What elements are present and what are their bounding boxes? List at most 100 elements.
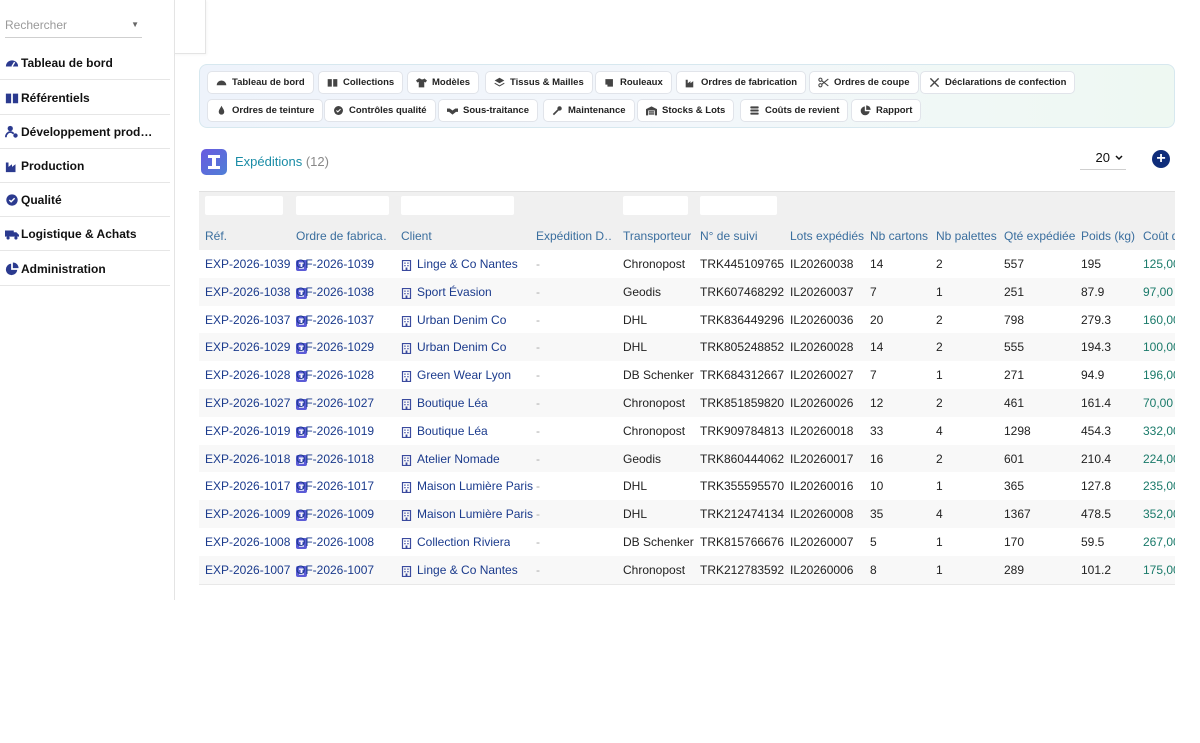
cell-ref[interactable]: EXP-2026-1009 xyxy=(205,507,290,521)
cell-lots: IL20260037 xyxy=(790,284,854,299)
column-header[interactable]: Poids (kg) xyxy=(1081,229,1135,243)
cell-client[interactable]: Linge & Co Nantes xyxy=(417,563,518,577)
cell-ref[interactable]: EXP-2026-1019 xyxy=(205,424,290,438)
cell-ordre-fabrication[interactable]: OF-2026-1008 xyxy=(296,535,374,549)
column-header[interactable]: Coût d xyxy=(1143,229,1175,243)
column-header[interactable]: Réf. xyxy=(205,229,227,243)
table-row[interactable]: EXP-2026-1007 OF-2026-1007 Linge & Co Nant… xyxy=(199,555,1175,585)
table-row[interactable]: EXP-2026-1027 OF-2026-1027 Boutique Léa - Ch… xyxy=(199,389,1175,418)
module-ordres-teinture-button[interactable]: Ordres de teinture xyxy=(207,99,324,122)
table-row[interactable]: EXP-2026-1009 OF-2026-1009 Maison Lumière … xyxy=(199,500,1175,530)
cell-ref[interactable]: EXP-2026-1007 xyxy=(205,563,290,577)
cell-client[interactable]: Collection Riviera xyxy=(417,535,510,549)
cell-client[interactable]: Linge & Co Nantes xyxy=(417,257,518,271)
module-tableau-de-bord-button[interactable]: Tableau de bord xyxy=(207,71,314,94)
cell-ordre-fabrication[interactable]: OF-2026-1039 xyxy=(296,257,374,271)
cell-lots: IL20260016 xyxy=(790,479,854,494)
module-ordres-fabrication-button[interactable]: Ordres de fabrication xyxy=(676,71,807,94)
module-label: Contrôles qualité xyxy=(349,105,427,116)
column-header[interactable]: Ordre de fabrica… xyxy=(296,229,388,243)
module-maintenance-button[interactable]: Maintenance xyxy=(543,99,635,122)
table-row[interactable]: EXP-2026-1028 OF-2026-1028 Green Wear Lyon… xyxy=(199,361,1175,391)
sidebar-item-logistique[interactable]: Logistique & Achats xyxy=(0,217,170,251)
module-modeles-button[interactable]: Modèles xyxy=(407,71,480,94)
sidebar-item-developpement-produit[interactable]: Développement prod… xyxy=(0,115,170,149)
cell-client[interactable]: Sport Évasion xyxy=(417,285,492,299)
page-size-select[interactable]: 20 xyxy=(1080,146,1126,170)
module-controles-qualite-button[interactable]: Contrôles qualité xyxy=(324,99,436,122)
cell-ordre-fabrication[interactable]: OF-2026-1029 xyxy=(296,340,374,354)
module-rapport-button[interactable]: Rapport xyxy=(851,99,922,122)
column-header[interactable]: Client xyxy=(401,229,432,243)
table-row[interactable]: EXP-2026-1038 OF-2026-1038 Sport Évasion - G… xyxy=(199,277,1175,307)
module-sous-traitance-button[interactable]: Sous-traitance xyxy=(438,99,538,122)
column-header[interactable]: Nb palettes xyxy=(936,229,997,243)
cell-client[interactable]: Boutique Léa xyxy=(417,396,488,410)
cell-ref[interactable]: EXP-2026-1028 xyxy=(205,368,290,382)
cell-ref[interactable]: EXP-2026-1018 xyxy=(205,452,290,466)
cell-client[interactable]: Maison Lumière Paris xyxy=(417,479,533,493)
cell-ordre-fabrication[interactable]: OF-2026-1017 xyxy=(296,479,374,493)
cell-ref[interactable]: EXP-2026-1039 xyxy=(205,257,290,271)
module-collections-button[interactable]: Collections xyxy=(318,71,404,94)
filter-ref-input[interactable] xyxy=(205,196,283,215)
table-row[interactable]: EXP-2026-1037 OF-2026-1037 Urban Denim Co -… xyxy=(199,305,1175,335)
cell-ref[interactable]: EXP-2026-1017 xyxy=(205,479,290,493)
cell-ref[interactable]: EXP-2026-1029 xyxy=(205,340,290,354)
chevron-down-icon[interactable]: ▼ xyxy=(131,20,139,29)
module-couts-revient-button[interactable]: Coûts de revient xyxy=(740,99,849,122)
add-record-button[interactable]: + xyxy=(1152,150,1170,168)
cell-ref[interactable]: EXP-2026-1037 xyxy=(205,313,290,327)
cell-ref[interactable]: EXP-2026-1027 xyxy=(205,396,290,410)
cell-client[interactable]: Urban Denim Co xyxy=(417,340,506,354)
table-row[interactable]: EXP-2026-1017 OF-2026-1017 Maison Lumière … xyxy=(199,472,1175,502)
cell-ordre-fabrication[interactable]: OF-2026-1018 xyxy=(296,452,374,466)
cell-ordre-fabrication[interactable]: OF-2026-1019 xyxy=(296,424,374,438)
cell-client[interactable]: Atelier Nomade xyxy=(417,452,500,466)
module-declarations-confection-button[interactable]: Déclarations de confection xyxy=(920,71,1076,94)
filter-suivi-input[interactable] xyxy=(700,196,777,215)
cell-ordre-fabrication[interactable]: OF-2026-1007 xyxy=(296,563,374,577)
table-row[interactable]: EXP-2026-1019 OF-2026-1019 Boutique Léa - Ch… xyxy=(199,416,1175,446)
column-header[interactable]: Nb cartons xyxy=(870,229,928,243)
module-rouleaux-button[interactable]: Rouleaux xyxy=(595,71,672,94)
sidebar-item-production[interactable]: Production xyxy=(0,149,170,183)
cell-client[interactable]: Green Wear Lyon xyxy=(417,368,511,382)
sidebar-item-tableau-de-bord[interactable]: Tableau de bord xyxy=(0,46,170,80)
cell-quantite: 555 xyxy=(1004,340,1025,355)
truck-icon xyxy=(5,230,19,240)
module-tissus-button[interactable]: Tissus & Mailles xyxy=(485,71,593,94)
cell-ordre-fabrication[interactable]: OF-2026-1027 xyxy=(296,396,374,410)
sidebar-collapse-tab[interactable] xyxy=(174,0,206,54)
cell-ref[interactable]: EXP-2026-1038 xyxy=(205,285,290,299)
cell-ordre-fabrication[interactable]: OF-2026-1009 xyxy=(296,507,374,521)
cell-client[interactable]: Boutique Léa xyxy=(417,424,488,438)
cell-ordre-fabrication[interactable]: OF-2026-1028 xyxy=(296,368,374,382)
column-header[interactable]: N° de suivi xyxy=(700,229,758,243)
table-row[interactable]: EXP-2026-1018 OF-2026-1018 Atelier Nomade -… xyxy=(199,444,1175,474)
column-header[interactable]: Qté expédiée xyxy=(1004,229,1075,243)
column-header[interactable]: Expédition D… xyxy=(536,229,612,243)
filter-transporteur-input[interactable] xyxy=(623,196,688,215)
filter-ordre-input[interactable] xyxy=(296,196,389,215)
module-ordres-coupe-button[interactable]: Ordres de coupe xyxy=(809,71,919,94)
cell-client[interactable]: Maison Lumière Paris xyxy=(417,507,533,521)
cell-client[interactable]: Urban Denim Co xyxy=(417,313,506,327)
table-row[interactable]: EXP-2026-1008 OF-2026-1008 Collection Rivi… xyxy=(199,528,1175,557)
cell-expedition-date: - xyxy=(536,257,540,271)
module-stocks-lots-button[interactable]: Stocks & Lots xyxy=(637,99,735,122)
table-row[interactable]: EXP-2026-1039 OF-2026-1039 Linge & Co Nant… xyxy=(199,250,1175,279)
filter-client-input[interactable] xyxy=(401,196,514,215)
column-header[interactable]: Transporteur xyxy=(623,229,691,243)
cell-ordre-fabrication[interactable]: OF-2026-1038 xyxy=(296,285,374,299)
sidebar-item-referentiels[interactable]: Référentiels xyxy=(0,81,170,115)
column-header[interactable]: Lots expédiés xyxy=(790,229,864,243)
sidebar-item-qualite[interactable]: Qualité xyxy=(0,183,170,217)
table-row[interactable]: EXP-2026-1029 OF-2026-1029 Urban Denim Co -… xyxy=(199,333,1175,363)
sidebar-item-administration[interactable]: Administration xyxy=(0,252,170,286)
cell-ref[interactable]: EXP-2026-1008 xyxy=(205,535,290,549)
cell-ordre-fabrication[interactable]: OF-2026-1037 xyxy=(296,313,374,327)
search-select[interactable]: Rechercher ▼ xyxy=(5,12,142,38)
cell-cout: 235,00 xyxy=(1143,479,1175,494)
cell-palettes: 4 xyxy=(936,507,943,522)
